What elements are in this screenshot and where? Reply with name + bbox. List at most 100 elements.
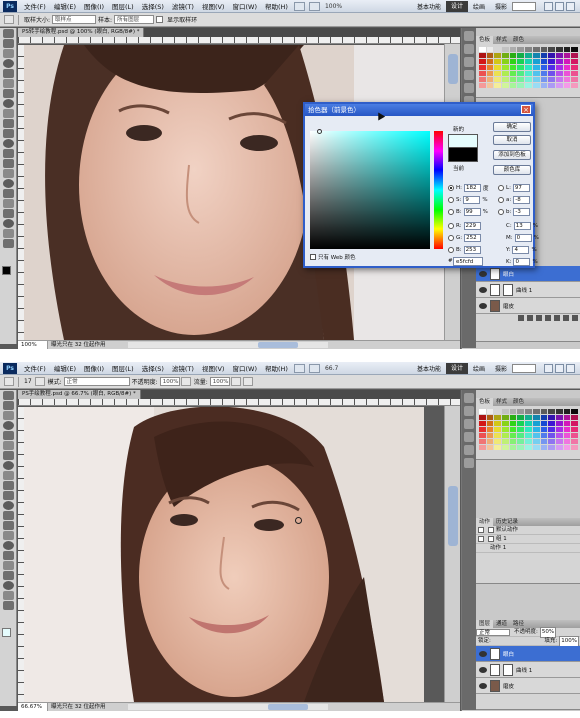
add-mask-icon[interactable]: [536, 315, 542, 321]
swatch-cell[interactable]: [563, 77, 571, 82]
hand-tool-icon[interactable]: [3, 591, 14, 600]
eyedropper-preset-icon[interactable]: [4, 15, 14, 24]
gradient-tool-icon[interactable]: [3, 139, 14, 148]
swatch-cell[interactable]: [571, 83, 578, 88]
vertical-scrollbar[interactable]: [444, 406, 460, 702]
swatch-cell[interactable]: [555, 433, 563, 438]
marquee-tool-icon[interactable]: [3, 401, 14, 410]
minimize-icon[interactable]: [544, 364, 553, 373]
swatch-cell[interactable]: [494, 421, 502, 426]
swatch-cell[interactable]: [517, 83, 525, 88]
saturation-radio[interactable]: [448, 197, 454, 203]
swatch-cell[interactable]: [540, 433, 548, 438]
swatch-cell[interactable]: [517, 421, 525, 426]
swatch-cell[interactable]: [540, 83, 548, 88]
swatch-cell[interactable]: [486, 83, 494, 88]
swatch-cell[interactable]: [555, 439, 563, 444]
swatch-cell[interactable]: [548, 421, 555, 426]
green-input[interactable]: 252: [464, 234, 482, 242]
visibility-eye-icon[interactable]: [479, 270, 487, 277]
fill-input[interactable]: 100%: [559, 635, 579, 647]
swatch-cell[interactable]: [540, 71, 548, 76]
horizontal-scrollbar[interactable]: [128, 704, 328, 710]
menu-view[interactable]: 视图(V): [198, 363, 229, 373]
swatch-cell[interactable]: [502, 427, 509, 432]
swatch-cell[interactable]: [563, 47, 571, 52]
workspace-essentials[interactable]: 基本功能: [412, 364, 446, 373]
lab-a-input[interactable]: -8: [513, 196, 531, 204]
search-field[interactable]: [512, 364, 536, 373]
swatch-cell[interactable]: [509, 427, 517, 432]
swatch-cell[interactable]: [571, 409, 578, 414]
swatch-cell[interactable]: [548, 59, 555, 64]
swatch-cell[interactable]: [517, 65, 525, 70]
fx-icon[interactable]: [527, 315, 533, 321]
menu-file[interactable]: 文件(F): [20, 363, 50, 373]
swatch-cell[interactable]: [486, 445, 494, 450]
swatch-cell[interactable]: [502, 77, 509, 82]
zoom-readout[interactable]: 66.7: [322, 365, 341, 372]
swatch-cell[interactable]: [486, 71, 494, 76]
swatch-cell[interactable]: [548, 71, 555, 76]
swatch-cell[interactable]: [540, 421, 548, 426]
history-brush-tool-icon[interactable]: [3, 481, 14, 490]
tab-styles[interactable]: 样式: [493, 398, 510, 406]
action-row[interactable]: 动作 1: [476, 544, 580, 553]
swatch-cell[interactable]: [509, 47, 517, 52]
mini-bridge-icon[interactable]: [308, 363, 320, 373]
swatch-cell[interactable]: [486, 427, 494, 432]
swatch-cell[interactable]: [555, 415, 563, 420]
swatch-cell[interactable]: [502, 71, 509, 76]
swatch-cell[interactable]: [517, 415, 525, 420]
swatch-cell[interactable]: [494, 59, 502, 64]
swatch-cell[interactable]: [548, 445, 555, 450]
swatch-cell[interactable]: [525, 53, 532, 58]
menu-edit[interactable]: 编辑(E): [50, 1, 80, 11]
zoom-readout[interactable]: 100%: [322, 3, 345, 10]
healing-tool-icon[interactable]: [3, 451, 14, 460]
swatch-cell[interactable]: [563, 421, 571, 426]
swatch-cell[interactable]: [517, 71, 525, 76]
type-tool-icon[interactable]: [3, 179, 14, 188]
red-radio[interactable]: [448, 223, 454, 229]
masks-panel-icon[interactable]: [464, 57, 474, 67]
new-adjustment-icon[interactable]: [545, 315, 551, 321]
eyedropper-tool-icon[interactable]: [3, 441, 14, 450]
lab-a-radio[interactable]: [498, 197, 504, 203]
swatch-cell[interactable]: [563, 83, 571, 88]
menu-view[interactable]: 视图(V): [198, 1, 229, 11]
lasso-tool-icon[interactable]: [3, 49, 14, 58]
swatch-cell[interactable]: [509, 415, 517, 420]
tab-layers[interactable]: 图层: [476, 620, 494, 628]
swatch-cell[interactable]: [555, 427, 563, 432]
blue-input[interactable]: 253: [463, 246, 481, 254]
workspace-painting[interactable]: 绘画: [468, 364, 490, 373]
swatch-cell[interactable]: [517, 53, 525, 58]
current-color-swatch[interactable]: [448, 148, 478, 162]
tab-swatches[interactable]: 色板: [476, 398, 494, 406]
menu-window[interactable]: 窗口(W): [228, 363, 261, 373]
toggle-checkbox[interactable]: [478, 527, 484, 533]
swatch-cell[interactable]: [517, 433, 525, 438]
menu-select[interactable]: 选择(S): [138, 1, 168, 11]
swatch-cell[interactable]: [548, 53, 555, 58]
swatch-cell[interactable]: [517, 427, 525, 432]
quick-select-tool-icon[interactable]: [3, 421, 14, 430]
swatch-cell[interactable]: [563, 71, 571, 76]
mini-bridge-icon[interactable]: [308, 1, 320, 11]
swatch-cell[interactable]: [509, 77, 517, 82]
lab-l-input[interactable]: 97: [512, 184, 530, 192]
swatch-cell[interactable]: [486, 421, 494, 426]
swatch-cell[interactable]: [571, 421, 578, 426]
hue-slider[interactable]: [434, 131, 443, 249]
lab-b-radio[interactable]: [498, 209, 504, 215]
swatch-cell[interactable]: [494, 427, 502, 432]
lab-l-radio[interactable]: [498, 185, 504, 191]
workspace-photography[interactable]: 摄影: [490, 2, 512, 11]
swatch-cell[interactable]: [540, 53, 548, 58]
swatch-cell[interactable]: [494, 439, 502, 444]
swatch-cell[interactable]: [486, 65, 494, 70]
airbrush-icon[interactable]: [230, 377, 241, 386]
yellow-input[interactable]: 4: [512, 246, 530, 254]
menu-help[interactable]: 帮助(H): [261, 1, 292, 11]
